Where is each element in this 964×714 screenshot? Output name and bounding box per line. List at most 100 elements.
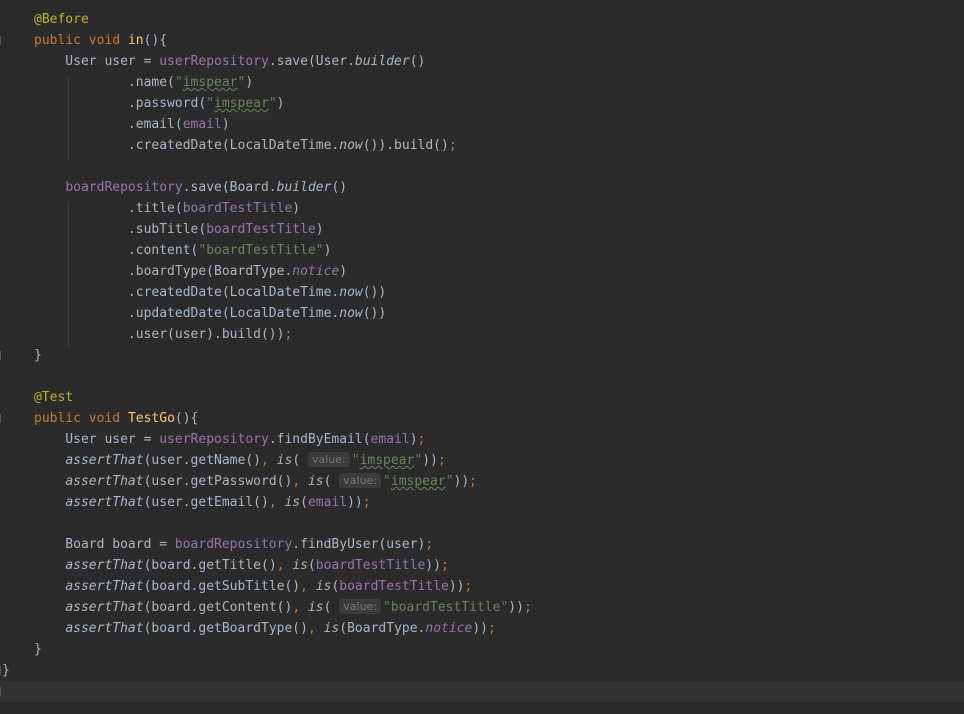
fold-marker-icon[interactable] (0, 36, 4, 45)
code-line[interactable]: assertThat(board.getBoardType(), is(Boar… (0, 618, 964, 639)
code-line[interactable]: .createdDate(LocalDateTime.now()) (0, 282, 964, 303)
code-token: assertThat (65, 453, 144, 468)
code-line[interactable]: assertThat(board.getSubTitle(), is(board… (0, 576, 964, 597)
code-line[interactable]: User user = userRepository.findByEmail(e… (0, 429, 964, 450)
code-token: )) (422, 453, 438, 468)
code-text: User user = userRepository.save(User.bui… (34, 51, 425, 72)
code-text: public void in(){ (34, 30, 167, 51)
code-line[interactable]: @Test (0, 387, 964, 408)
code-token: boardRepository (174, 537, 293, 552)
code-token: () (409, 54, 426, 69)
code-token: ( (300, 495, 308, 510)
code-token: .boardType(BoardType. (34, 264, 293, 279)
code-token: is (284, 495, 301, 510)
code-text: } (34, 345, 42, 366)
code-token: (board.getSubTitle() (143, 579, 301, 594)
code-line[interactable]: User user = userRepository.save(User.bui… (0, 51, 964, 72)
code-token: ; (437, 453, 446, 468)
code-token: "boardTestTitle" (198, 243, 324, 258)
code-token: )) (347, 495, 363, 510)
code-line[interactable]: .boardType(BoardType.notice) (0, 261, 964, 282)
code-token: userRepository (159, 54, 269, 69)
code-line[interactable] (0, 156, 964, 177)
code-line[interactable]: assertThat(user.getName(), is( value: "im… (0, 450, 964, 471)
code-line[interactable] (0, 513, 964, 534)
code-text: @Before (34, 9, 89, 30)
code-line[interactable]: .user(user).build()); (0, 324, 964, 345)
parameter-hint: value: (307, 452, 350, 467)
code-line[interactable]: assertThat(board.getTitle(), is(boardTes… (0, 555, 964, 576)
code-line[interactable]: .content("boardTestTitle") (0, 240, 964, 261)
code-line[interactable]: assertThat(user.getPassword(), is( value… (0, 471, 964, 492)
code-token: ; (469, 474, 477, 489)
code-token: .content( (34, 243, 199, 258)
code-token: ) (409, 432, 418, 447)
code-line[interactable]: } (0, 660, 964, 681)
code-token: )) (448, 579, 465, 594)
code-line[interactable]: .updatedDate(LocalDateTime.now()) (0, 303, 964, 324)
code-token: ; (441, 558, 449, 573)
code-line[interactable]: .title(boardTestTitle) (0, 198, 964, 219)
code-line[interactable] (0, 366, 964, 387)
parameter-hint: value: (339, 473, 382, 488)
code-line[interactable] (0, 681, 964, 702)
code-line[interactable]: .email(email) (0, 114, 964, 135)
code-editor[interactable]: @Before public void in(){ User user = use… (0, 0, 964, 714)
code-line[interactable]: boardRepository.save(Board.builder() (0, 177, 964, 198)
code-token: @Before (34, 12, 89, 27)
code-token: ()) (362, 285, 387, 300)
code-token: (){ (174, 411, 199, 426)
code-token: assertThat (65, 558, 144, 573)
code-token: is (315, 579, 332, 594)
fold-marker-icon[interactable] (0, 687, 4, 696)
fold-marker-icon[interactable] (0, 351, 4, 360)
code-token: .save(Board. (182, 180, 277, 195)
code-line[interactable]: Board board = boardRepository.findByUser… (0, 534, 964, 555)
code-text: } (2, 660, 10, 681)
code-text: .boardType(BoardType.notice) (34, 261, 347, 282)
code-token: , (292, 474, 301, 489)
code-text: .content("boardTestTitle") (34, 240, 332, 261)
code-line[interactable]: .password("imspear") (0, 93, 964, 114)
code-line[interactable]: assertThat(board.getContent(), is( value… (0, 597, 964, 618)
code-line[interactable]: .createdDate(LocalDateTime.now()).build(… (0, 135, 964, 156)
code-text: } (34, 639, 42, 660)
code-token: builder (276, 180, 332, 195)
code-token: ) (292, 201, 301, 216)
code-token: " (268, 96, 277, 111)
code-token: User user = (34, 432, 160, 447)
code-line[interactable]: public void in(){ (0, 30, 964, 51)
code-token: now (339, 285, 363, 300)
code-line[interactable]: @Before (0, 9, 964, 30)
code-text: .createdDate(LocalDateTime.now()).build(… (34, 135, 457, 156)
code-line[interactable]: .subTitle(boardTestTitle) (0, 219, 964, 240)
code-token: " (351, 453, 360, 468)
code-token: now (339, 138, 363, 153)
code-token: )) (508, 600, 524, 615)
code-token: notice (425, 621, 473, 636)
code-text: assertThat(board.getContent(), is( value… (34, 597, 532, 618)
code-token: " (414, 453, 423, 468)
code-token: (board.getContent() (143, 600, 293, 615)
code-token: ( (323, 600, 340, 615)
code-line[interactable]: } (0, 639, 964, 660)
fold-marker-icon[interactable] (0, 414, 4, 423)
code-line[interactable]: } (0, 345, 964, 366)
code-token: .password( (34, 96, 207, 111)
code-token: is (323, 621, 340, 636)
code-line[interactable]: public void TestGo(){ (0, 408, 964, 429)
code-line[interactable]: assertThat(user.getEmail(), is(email)); (0, 492, 964, 513)
code-token: (BoardType. (339, 621, 426, 636)
code-token: ; (425, 537, 434, 552)
code-token: @Test (34, 390, 74, 405)
code-token: assertThat (65, 600, 144, 615)
code-token: .updatedDate(LocalDateTime. (34, 306, 340, 321)
code-token: public (34, 411, 81, 426)
code-line[interactable]: .name("imspear") (0, 72, 964, 93)
code-token: .createdDate(LocalDateTime. (34, 285, 340, 300)
